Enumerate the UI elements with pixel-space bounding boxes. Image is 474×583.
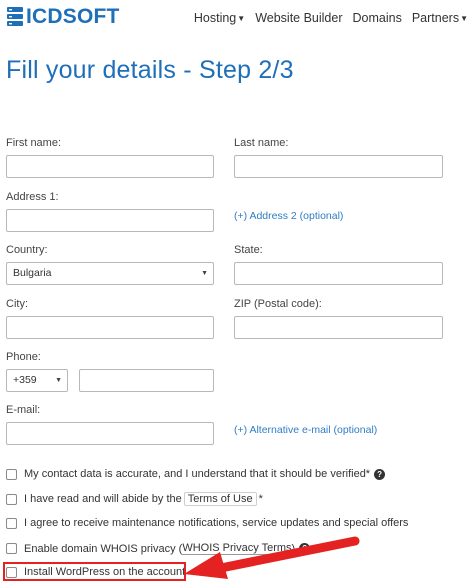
nav-website-builder-label: Website Builder bbox=[255, 11, 343, 25]
nav-domains-label: Domains bbox=[352, 11, 402, 25]
annotation-highlight-box bbox=[3, 562, 186, 581]
top-navbar: ICDSOFT Hosting▼ Website Builder Domains… bbox=[0, 0, 474, 38]
last-name-input[interactable] bbox=[234, 155, 443, 178]
city-input[interactable] bbox=[6, 316, 214, 339]
zip-label: ZIP (Postal code): bbox=[234, 298, 322, 310]
caret-down-icon: ▼ bbox=[237, 14, 246, 23]
phone-code-value: +359 bbox=[13, 374, 37, 386]
contact-accurate-checkbox[interactable] bbox=[6, 468, 17, 480]
question-circle-icon[interactable]: ? bbox=[374, 468, 386, 480]
maintenance-checkbox[interactable] bbox=[6, 517, 17, 529]
first-name-input[interactable] bbox=[6, 155, 214, 178]
caret-down-icon: ▼ bbox=[201, 270, 208, 277]
country-label: Country: bbox=[6, 244, 48, 256]
email-input[interactable] bbox=[6, 422, 214, 445]
add-address2-link[interactable]: (+) Address 2 (optional) bbox=[234, 210, 343, 222]
phone-number-input[interactable] bbox=[79, 369, 214, 392]
whois-checkbox[interactable] bbox=[6, 543, 17, 554]
phone-label: Phone: bbox=[6, 351, 41, 363]
terms-required-mark: * bbox=[258, 493, 263, 505]
nav-hosting[interactable]: Hosting▼ bbox=[194, 11, 245, 25]
terms-checkbox[interactable] bbox=[6, 493, 17, 505]
last-name-label: Last name: bbox=[234, 137, 289, 149]
first-name-label: First name: bbox=[6, 137, 62, 149]
caret-down-icon: ▼ bbox=[460, 14, 468, 23]
zip-input[interactable] bbox=[234, 316, 443, 339]
country-select[interactable]: Bulgaria ▼ bbox=[6, 262, 214, 285]
email-label: E-mail: bbox=[6, 404, 41, 416]
logo-text: ICDSOFT bbox=[26, 5, 120, 28]
whois-label: Enable domain WHOIS privacy ( bbox=[24, 542, 183, 555]
red-arrow-icon bbox=[184, 536, 360, 579]
country-selected-value: Bulgaria bbox=[13, 267, 52, 279]
address1-input[interactable] bbox=[6, 209, 214, 232]
terms-row: I have read and will abide by the Terms … bbox=[6, 492, 263, 506]
terms-of-use-link[interactable]: Terms of Use bbox=[183, 492, 257, 506]
phone-country-code-select[interactable]: +359 ▼ bbox=[6, 369, 68, 392]
city-label: City: bbox=[6, 298, 28, 310]
nav-domains[interactable]: Domains bbox=[353, 11, 402, 25]
nav-partners-label: Partners bbox=[411, 11, 460, 25]
terms-label: I have read and will abide by the bbox=[24, 493, 182, 505]
logo[interactable]: ICDSOFT bbox=[6, 6, 120, 28]
caret-down-icon: ▼ bbox=[55, 377, 62, 384]
contact-accurate-label: My contact data is accurate, and I under… bbox=[24, 468, 371, 480]
state-input[interactable] bbox=[234, 262, 443, 285]
contact-accurate-row: My contact data is accurate, and I under… bbox=[6, 468, 386, 480]
maintenance-row: I agree to receive maintenance notificat… bbox=[6, 517, 408, 529]
address1-label: Address 1: bbox=[6, 191, 59, 203]
server-stack-icon bbox=[7, 7, 23, 26]
add-alternative-email-link[interactable]: (+) Alternative e-mail (optional) bbox=[234, 424, 377, 436]
state-label: State: bbox=[234, 244, 263, 256]
nav-website-builder[interactable]: Website Builder bbox=[255, 11, 342, 25]
page-title: Fill your details - Step 2/3 bbox=[6, 56, 294, 84]
maintenance-label: I agree to receive maintenance notificat… bbox=[24, 517, 409, 529]
nav-hosting-label: Hosting bbox=[193, 11, 237, 25]
main-nav: Hosting▼ Website Builder Domains Partner… bbox=[184, 11, 468, 25]
nav-partners[interactable]: Partners▼ bbox=[412, 11, 468, 25]
